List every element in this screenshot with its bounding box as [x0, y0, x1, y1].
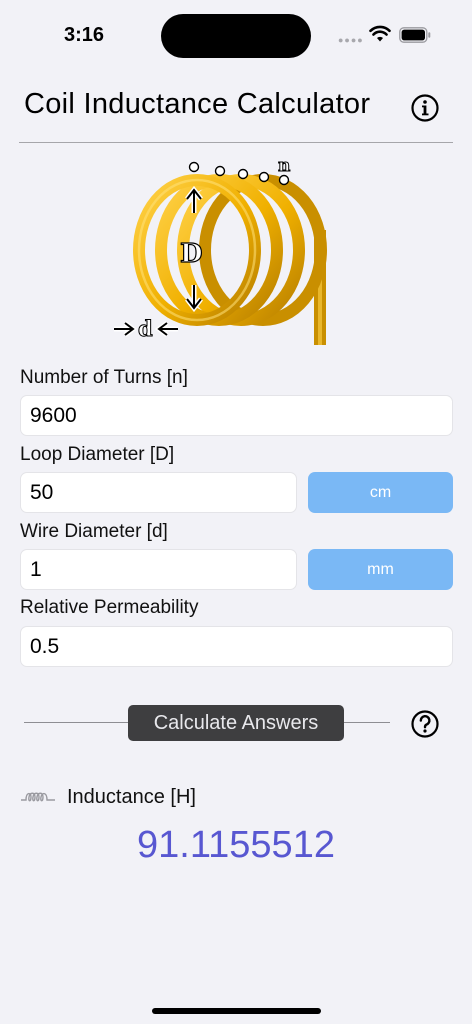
dynamic-island — [161, 14, 311, 58]
permeability-input[interactable]: 0.5 — [20, 626, 453, 667]
wire-diameter-input[interactable]: 1 — [20, 549, 297, 590]
inductance-value: 91.1155512 — [137, 824, 335, 866]
info-circle-icon[interactable] — [410, 93, 440, 123]
cellular-dots-icon: ●●●● — [338, 35, 364, 45]
turns-input[interactable]: 9600 — [20, 395, 453, 436]
home-indicator[interactable] — [152, 1008, 321, 1014]
inductance-label: Inductance [H] — [67, 786, 196, 808]
calc-divider-left — [24, 722, 128, 723]
permeability-label: Relative Permeability — [20, 597, 199, 618]
loop-diameter-input[interactable]: 50 — [20, 472, 297, 513]
diagram-label-n: n — [278, 156, 290, 176]
turns-label: Number of Turns [n] — [20, 367, 188, 388]
wifi-icon — [369, 25, 391, 42]
calc-divider-right — [344, 722, 390, 723]
loop-diameter-label: Loop Diameter [D] — [20, 444, 175, 465]
battery-icon — [399, 27, 431, 43]
wire-diameter-label: Wire Diameter [d] — [20, 521, 168, 542]
question-circle-icon[interactable] — [410, 709, 440, 739]
status-time: 3:16 — [64, 24, 105, 46]
loop-diameter-unit-button[interactable]: cm — [308, 472, 453, 513]
status-bar: 3:16 ●●●● — [0, 0, 472, 70]
coil-icon — [21, 792, 55, 802]
wire-diameter-unit-button[interactable]: mm — [308, 549, 453, 590]
diagram-label-D: D — [180, 239, 203, 269]
page-title: Coil Inductance Calculator — [24, 88, 371, 120]
coil-diagram: n D d — [114, 156, 327, 345]
diagram-label-d: d — [138, 316, 153, 341]
calculate-button[interactable]: Calculate Answers — [128, 705, 344, 741]
title-divider — [19, 142, 453, 143]
